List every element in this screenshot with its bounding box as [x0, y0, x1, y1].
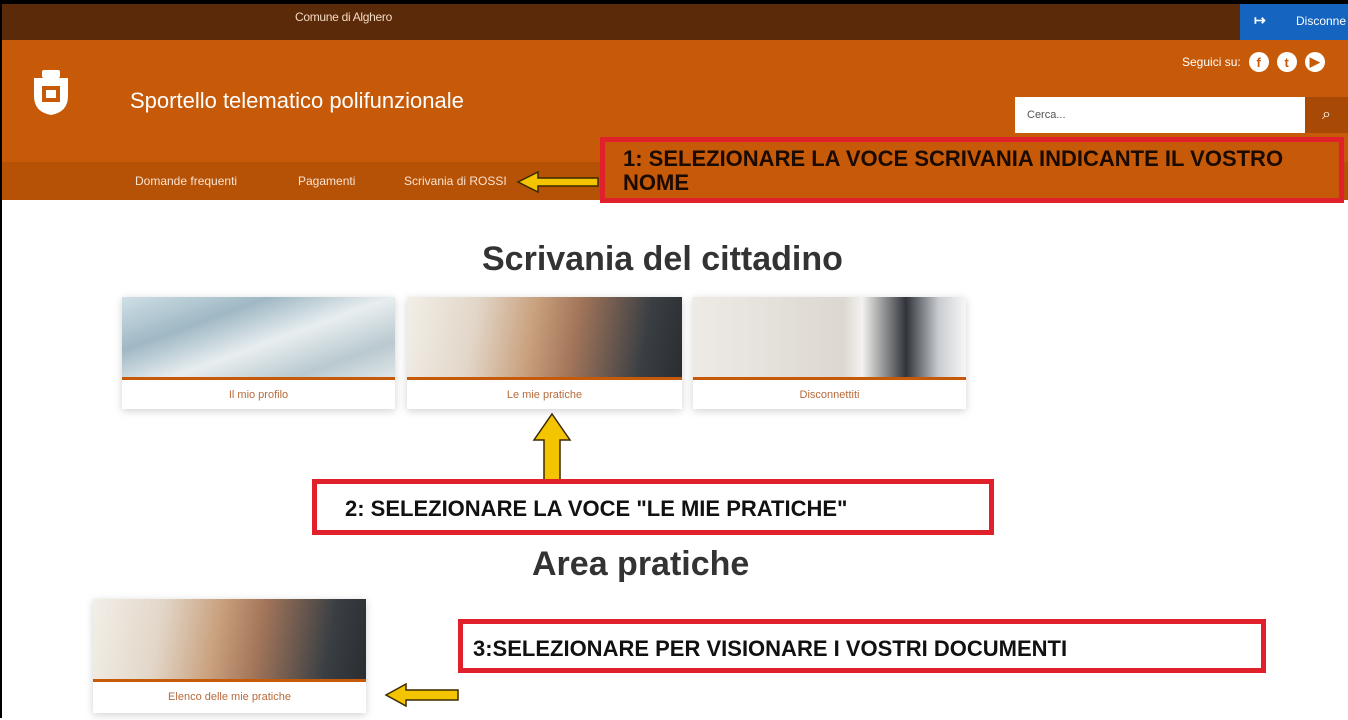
- screenshot-frame: [0, 0, 1346, 718]
